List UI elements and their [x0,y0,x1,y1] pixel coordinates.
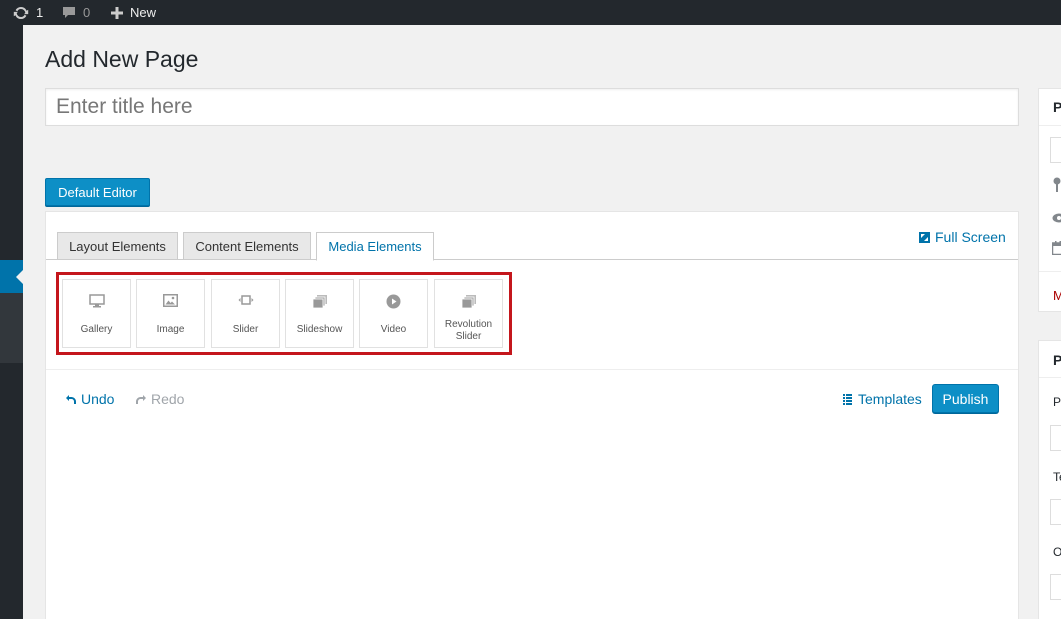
template-select[interactable] [1050,499,1061,525]
revolution-slider-icon [461,295,476,309]
tab-content-elements[interactable]: Content Elements [183,232,311,260]
refresh-icon [13,6,29,19]
save-draft-button[interactable] [1050,137,1061,163]
publish-meta-box: P M [1038,88,1061,312]
element-slider-label: Slider [232,324,259,335]
templates-link[interactable]: Templates [843,391,922,407]
admin-submenu [0,293,23,363]
element-video[interactable]: Video [359,279,428,348]
fullscreen-icon [919,231,930,243]
publish-box-heading: P [1053,99,1061,115]
element-image-label: Image [156,324,185,335]
image-icon [163,294,178,307]
undo-button[interactable]: Undo [66,391,114,407]
template-label: Te [1053,470,1061,484]
comments-link[interactable]: 0 [61,0,90,25]
move-to-trash-link[interactable]: M [1053,288,1061,303]
pin-icon [1053,177,1061,192]
page-attributes-divider [1039,377,1061,378]
list-icon [843,393,852,405]
redo-label: Redo [151,391,185,407]
element-revolution-slider-label: Revolution Slider [444,319,493,342]
element-gallery[interactable]: Gallery [62,279,131,348]
page-builder-panel: Layout Elements Content Elements Media E… [45,211,1019,619]
tab-media-elements[interactable]: Media Elements [316,232,434,261]
page-title: Add New Page [45,46,199,72]
active-menu-arrow [16,269,24,285]
full-screen-link[interactable]: Full Screen [919,229,1006,245]
templates-label: Templates [858,391,922,407]
element-slideshow[interactable]: Slideshow [285,279,354,348]
calendar-icon [1052,241,1061,255]
element-video-label: Video [380,324,407,335]
publish-box-divider [1039,125,1061,126]
tab-layout-elements[interactable]: Layout Elements [57,232,178,260]
builder-divider [46,369,1018,370]
publish-box-footer-divider [1039,271,1061,272]
post-title-input[interactable] [45,88,1019,126]
publish-button[interactable]: Publish [932,384,999,413]
updates-count: 1 [36,5,44,20]
new-label: New [130,5,157,20]
eye-icon [1052,213,1061,223]
page-attributes-box: P Pa Te O [1038,340,1061,619]
undo-icon [66,394,76,404]
plus-icon [111,6,123,19]
redo-icon [136,394,146,404]
element-image[interactable]: Image [136,279,205,348]
new-content-link[interactable]: New [110,0,156,25]
element-slider[interactable]: Slider [211,279,280,348]
undo-label: Undo [81,391,115,407]
admin-bar: 1 0 New [0,0,1061,25]
order-input[interactable] [1050,574,1061,600]
order-label: O [1053,545,1061,559]
slideshow-icon [312,295,327,309]
parent-label: Pa [1053,395,1061,409]
slider-icon [238,295,253,305]
default-editor-button[interactable]: Default Editor [45,178,150,206]
full-screen-label: Full Screen [935,229,1006,245]
video-icon [386,294,401,309]
parent-select[interactable] [1050,425,1061,451]
page-attributes-heading: P [1053,352,1061,368]
comments-count: 0 [83,5,91,20]
comment-icon [63,6,75,18]
element-revolution-slider[interactable]: Revolution Slider [434,279,503,348]
element-gallery-label: Gallery [80,324,113,335]
updates-link[interactable]: 1 [12,0,43,25]
element-slideshow-label: Slideshow [296,324,343,335]
redo-button[interactable]: Redo [136,391,184,407]
desktop-icon [88,294,105,308]
